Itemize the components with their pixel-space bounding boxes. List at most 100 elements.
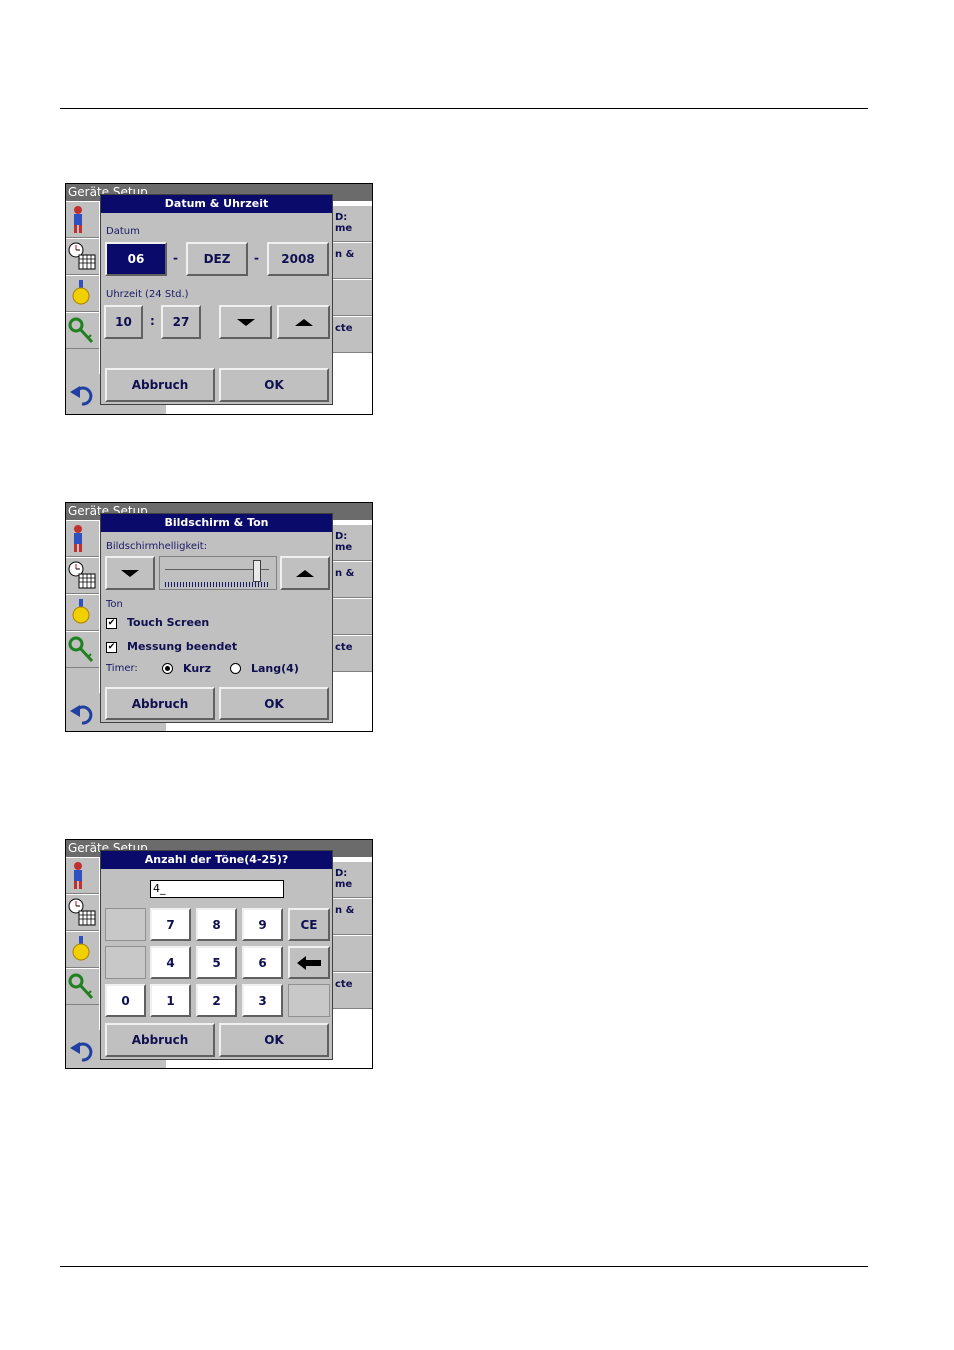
timer-label: Timer: [106,663,138,674]
timer-short-radio[interactable] [162,663,173,674]
measurement-done-checkbox[interactable]: ✔ [106,642,117,653]
slider-scale [165,582,269,587]
bg-menu-item-3 [333,279,372,316]
ok-button[interactable]: OK [219,368,329,402]
bg-menu-item-2: n & [333,242,372,279]
ok-button[interactable]: OK [219,687,329,720]
key-6[interactable]: 6 [242,946,283,979]
bg-menu-label-1: D: me [335,868,353,890]
hour-field[interactable]: 10 [104,305,143,339]
sidebar-item-user[interactable] [66,857,99,894]
key-2[interactable]: 2 [196,984,237,1017]
back-arrow-icon[interactable] [68,380,96,408]
minute-field[interactable]: 27 [161,305,201,339]
key-icon [68,973,94,1000]
bg-menu-item-1: D: me [333,524,372,561]
cancel-button[interactable]: Abbruch [105,1023,215,1057]
sidebar-item-security[interactable] [66,968,99,1005]
brightness-down-button[interactable] [105,556,155,590]
bottom-rule [60,1266,868,1267]
sidebar-item-user[interactable] [66,520,99,557]
bg-menu-item-3 [333,598,372,635]
sidebar-item-datetime[interactable] [66,557,99,594]
bg-menu-label-4: cte [335,979,353,990]
time-separator: : [150,314,155,328]
measurement-done-label: Messung beendet [127,640,238,653]
arrow-down-icon [236,318,255,326]
back-arrow-icon[interactable] [68,1036,96,1064]
screenshot-tone-count: Geräte Setup D: me n & cte Anzahl der Tö… [65,839,373,1069]
brightness-up-button[interactable] [280,556,330,590]
bell-icon [72,599,90,624]
bg-menu-label-2: n & [335,249,355,260]
brightness-label: Bildschirmhelligkeit: [106,541,208,552]
back-arrow-icon[interactable] [68,699,96,727]
bg-menu-label-1: D: me [335,212,353,234]
tone-count-dialog: Anzahl der Töne(4-25)? 4_ 7 8 9 CE 4 5 6… [100,850,333,1060]
tone-count-input[interactable]: 4_ [150,880,284,898]
keypad-blank-1 [105,908,146,941]
backspace-button[interactable] [288,946,330,979]
bg-menu-item-4: cte [333,635,372,672]
bg-menu-item-2: n & [333,561,372,598]
arrow-up-icon [296,569,314,577]
touch-screen-checkbox[interactable]: ✔ [106,618,117,629]
arrow-up-icon [294,318,313,326]
bg-menu-item-1: D: me [333,861,372,898]
clock-calendar-icon [68,561,96,589]
key-0[interactable]: 0 [105,984,146,1017]
top-rule [60,108,868,109]
keypad-blank-3 [288,984,330,1017]
sidebar-item-user[interactable] [66,201,99,238]
bg-menu-item-1: D: me [333,205,372,242]
clock-calendar-icon [68,242,96,270]
arrow-down-icon [121,569,139,577]
touch-screen-label: Touch Screen [127,616,210,629]
bg-menu-label-4: cte [335,642,353,653]
cancel-button[interactable]: Abbruch [105,687,215,720]
screenshot-display-sound: Geräte Setup D: me n & cte Bildschirm & … [65,502,373,732]
bg-menu-item-4: cte [333,972,372,1009]
bg-menu-label-1: D: me [335,531,353,553]
key-7[interactable]: 7 [150,908,191,941]
dialog-title: Bildschirm & Ton [101,514,332,532]
backspace-arrow-icon [297,955,321,970]
day-field[interactable]: 06 [105,242,167,276]
key-1[interactable]: 1 [150,984,191,1017]
sidebar-item-sound[interactable] [66,931,99,968]
time-label: Uhrzeit (24 Std.) [106,289,189,300]
increment-button[interactable] [277,305,330,339]
key-8[interactable]: 8 [196,908,237,941]
bell-icon [72,280,90,305]
sidebar-item-sound[interactable] [66,275,99,312]
decrement-button[interactable] [219,305,272,339]
sidebar-item-datetime[interactable] [66,238,99,275]
bg-menu-label-4: cte [335,323,353,334]
sidebar-item-datetime[interactable] [66,894,99,931]
bg-menu-label-2: n & [335,905,355,916]
month-field[interactable]: DEZ [186,242,248,276]
clock-calendar-icon [68,898,96,926]
key-3[interactable]: 3 [242,984,283,1017]
sidebar-item-security[interactable] [66,312,99,349]
display-sound-dialog: Bildschirm & Ton Bildschirmhelligkeit: T… [100,513,333,723]
dialog-title: Anzahl der Töne(4-25)? [101,851,332,869]
bg-menu-item-2: n & [333,898,372,935]
year-field[interactable]: 2008 [267,242,329,276]
cancel-button[interactable]: Abbruch [105,368,215,402]
timer-long-radio[interactable] [230,663,241,674]
key-5[interactable]: 5 [196,946,237,979]
dialog-title: Datum & Uhrzeit [101,195,332,213]
date-separator-1: - [173,251,178,265]
sidebar-item-sound[interactable] [66,594,99,631]
slider-thumb[interactable] [252,560,261,582]
clear-entry-button[interactable]: CE [288,908,330,941]
screenshot-datetime: Geräte Setup D: me n & cte Datum & Uhrze… [65,183,373,415]
key-icon [68,317,94,344]
key-4[interactable]: 4 [150,946,191,979]
key-9[interactable]: 9 [242,908,283,941]
sidebar-item-security[interactable] [66,631,99,668]
brightness-slider[interactable] [159,556,277,590]
key-icon [68,636,94,663]
ok-button[interactable]: OK [219,1023,329,1057]
